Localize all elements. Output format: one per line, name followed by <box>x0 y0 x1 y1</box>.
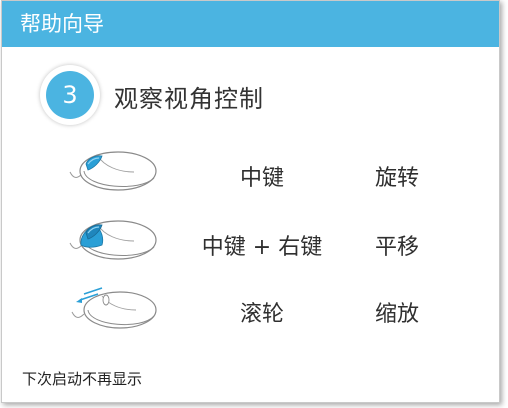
mouse-middle-right-button-icon <box>69 220 157 260</box>
control-row-zoom: 滚轮 缩放 <box>2 282 499 342</box>
window-title: 帮助向导 <box>20 12 104 36</box>
step-number: 3 <box>46 71 94 119</box>
title-bar: 帮助向导 <box>2 1 499 47</box>
help-wizard-dialog: 帮助向导 3 观察视角控制 中键 旋转 中键 + 右键 平移 滚轮 缩放 下次启… <box>1 0 500 403</box>
mouse-middle-button-icon <box>69 151 157 191</box>
mouse-scroll-wheel-icon <box>71 287 157 329</box>
action-label: 中键 <box>239 166 284 191</box>
action-label: 滚轮 <box>239 302 284 327</box>
effect-label: 旋转 <box>374 166 419 191</box>
control-row-pan: 中键 + 右键 平移 <box>2 215 499 275</box>
action-label: 中键 + 右键 <box>201 235 323 260</box>
effect-label: 平移 <box>374 235 419 260</box>
dont-show-again-option[interactable]: 下次启动不再显示 <box>22 368 142 389</box>
step-number-badge: 3 <box>40 65 100 125</box>
effect-label: 缩放 <box>374 302 419 327</box>
step-title: 观察视角控制 <box>114 85 264 113</box>
control-row-rotate: 中键 旋转 <box>2 146 499 206</box>
